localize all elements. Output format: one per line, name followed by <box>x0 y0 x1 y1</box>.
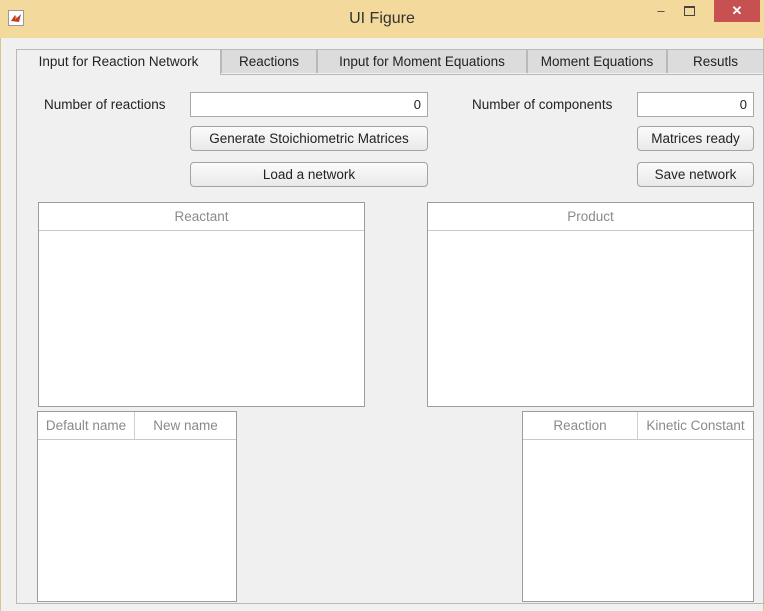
species-name-table-header: Default name New name <box>38 412 236 440</box>
kinetic-constant-table[interactable]: Reaction Kinetic Constant <box>522 411 754 602</box>
title-bar: UI Figure – ✕ <box>0 0 764 39</box>
product-table-header: Product <box>428 203 753 231</box>
num-components-input[interactable]: 0 <box>637 92 754 117</box>
kinetic-constant-column-header: Kinetic Constant <box>637 412 753 439</box>
species-name-table[interactable]: Default name New name <box>37 411 237 602</box>
maximize-icon <box>683 6 695 16</box>
generate-stoichiometric-matrices-button[interactable]: Generate Stoichiometric Matrices <box>190 126 428 151</box>
tab-bar: Input for Reaction Network Reactions Inp… <box>16 49 764 75</box>
figure-window: Input for Reaction Network Reactions Inp… <box>0 38 764 611</box>
reactant-table-header: Reactant <box>39 203 364 231</box>
tab-input-reaction-network[interactable]: Input for Reaction Network <box>16 49 221 75</box>
matrices-ready-button[interactable]: Matrices ready <box>637 126 754 151</box>
tab-results[interactable]: Resutls <box>667 49 764 73</box>
product-table[interactable]: Product <box>427 202 754 407</box>
kinetic-constant-table-header: Reaction Kinetic Constant <box>523 412 753 440</box>
tab-panel: Number of reactions 0 Number of componen… <box>16 74 764 604</box>
num-reactions-label: Number of reactions <box>44 97 166 112</box>
num-components-label: Number of components <box>472 97 613 112</box>
num-reactions-input[interactable]: 0 <box>190 92 428 117</box>
product-column-header: Product <box>567 209 614 224</box>
close-button[interactable]: ✕ <box>714 0 760 22</box>
save-network-button[interactable]: Save network <box>637 162 754 187</box>
reactant-table[interactable]: Reactant <box>38 202 365 407</box>
reaction-column-header: Reaction <box>553 418 607 433</box>
reactant-column-header: Reactant <box>174 209 229 224</box>
minimize-button[interactable]: – <box>648 0 674 22</box>
tab-moment-equations[interactable]: Moment Equations <box>527 49 667 73</box>
maximize-button[interactable] <box>676 0 702 22</box>
default-name-column-header: Default name <box>45 418 127 433</box>
tab-input-moment-equations[interactable]: Input for Moment Equations <box>317 49 527 73</box>
new-name-column-header: New name <box>134 412 236 439</box>
tab-reactions[interactable]: Reactions <box>221 49 317 73</box>
load-network-button[interactable]: Load a network <box>190 162 428 187</box>
